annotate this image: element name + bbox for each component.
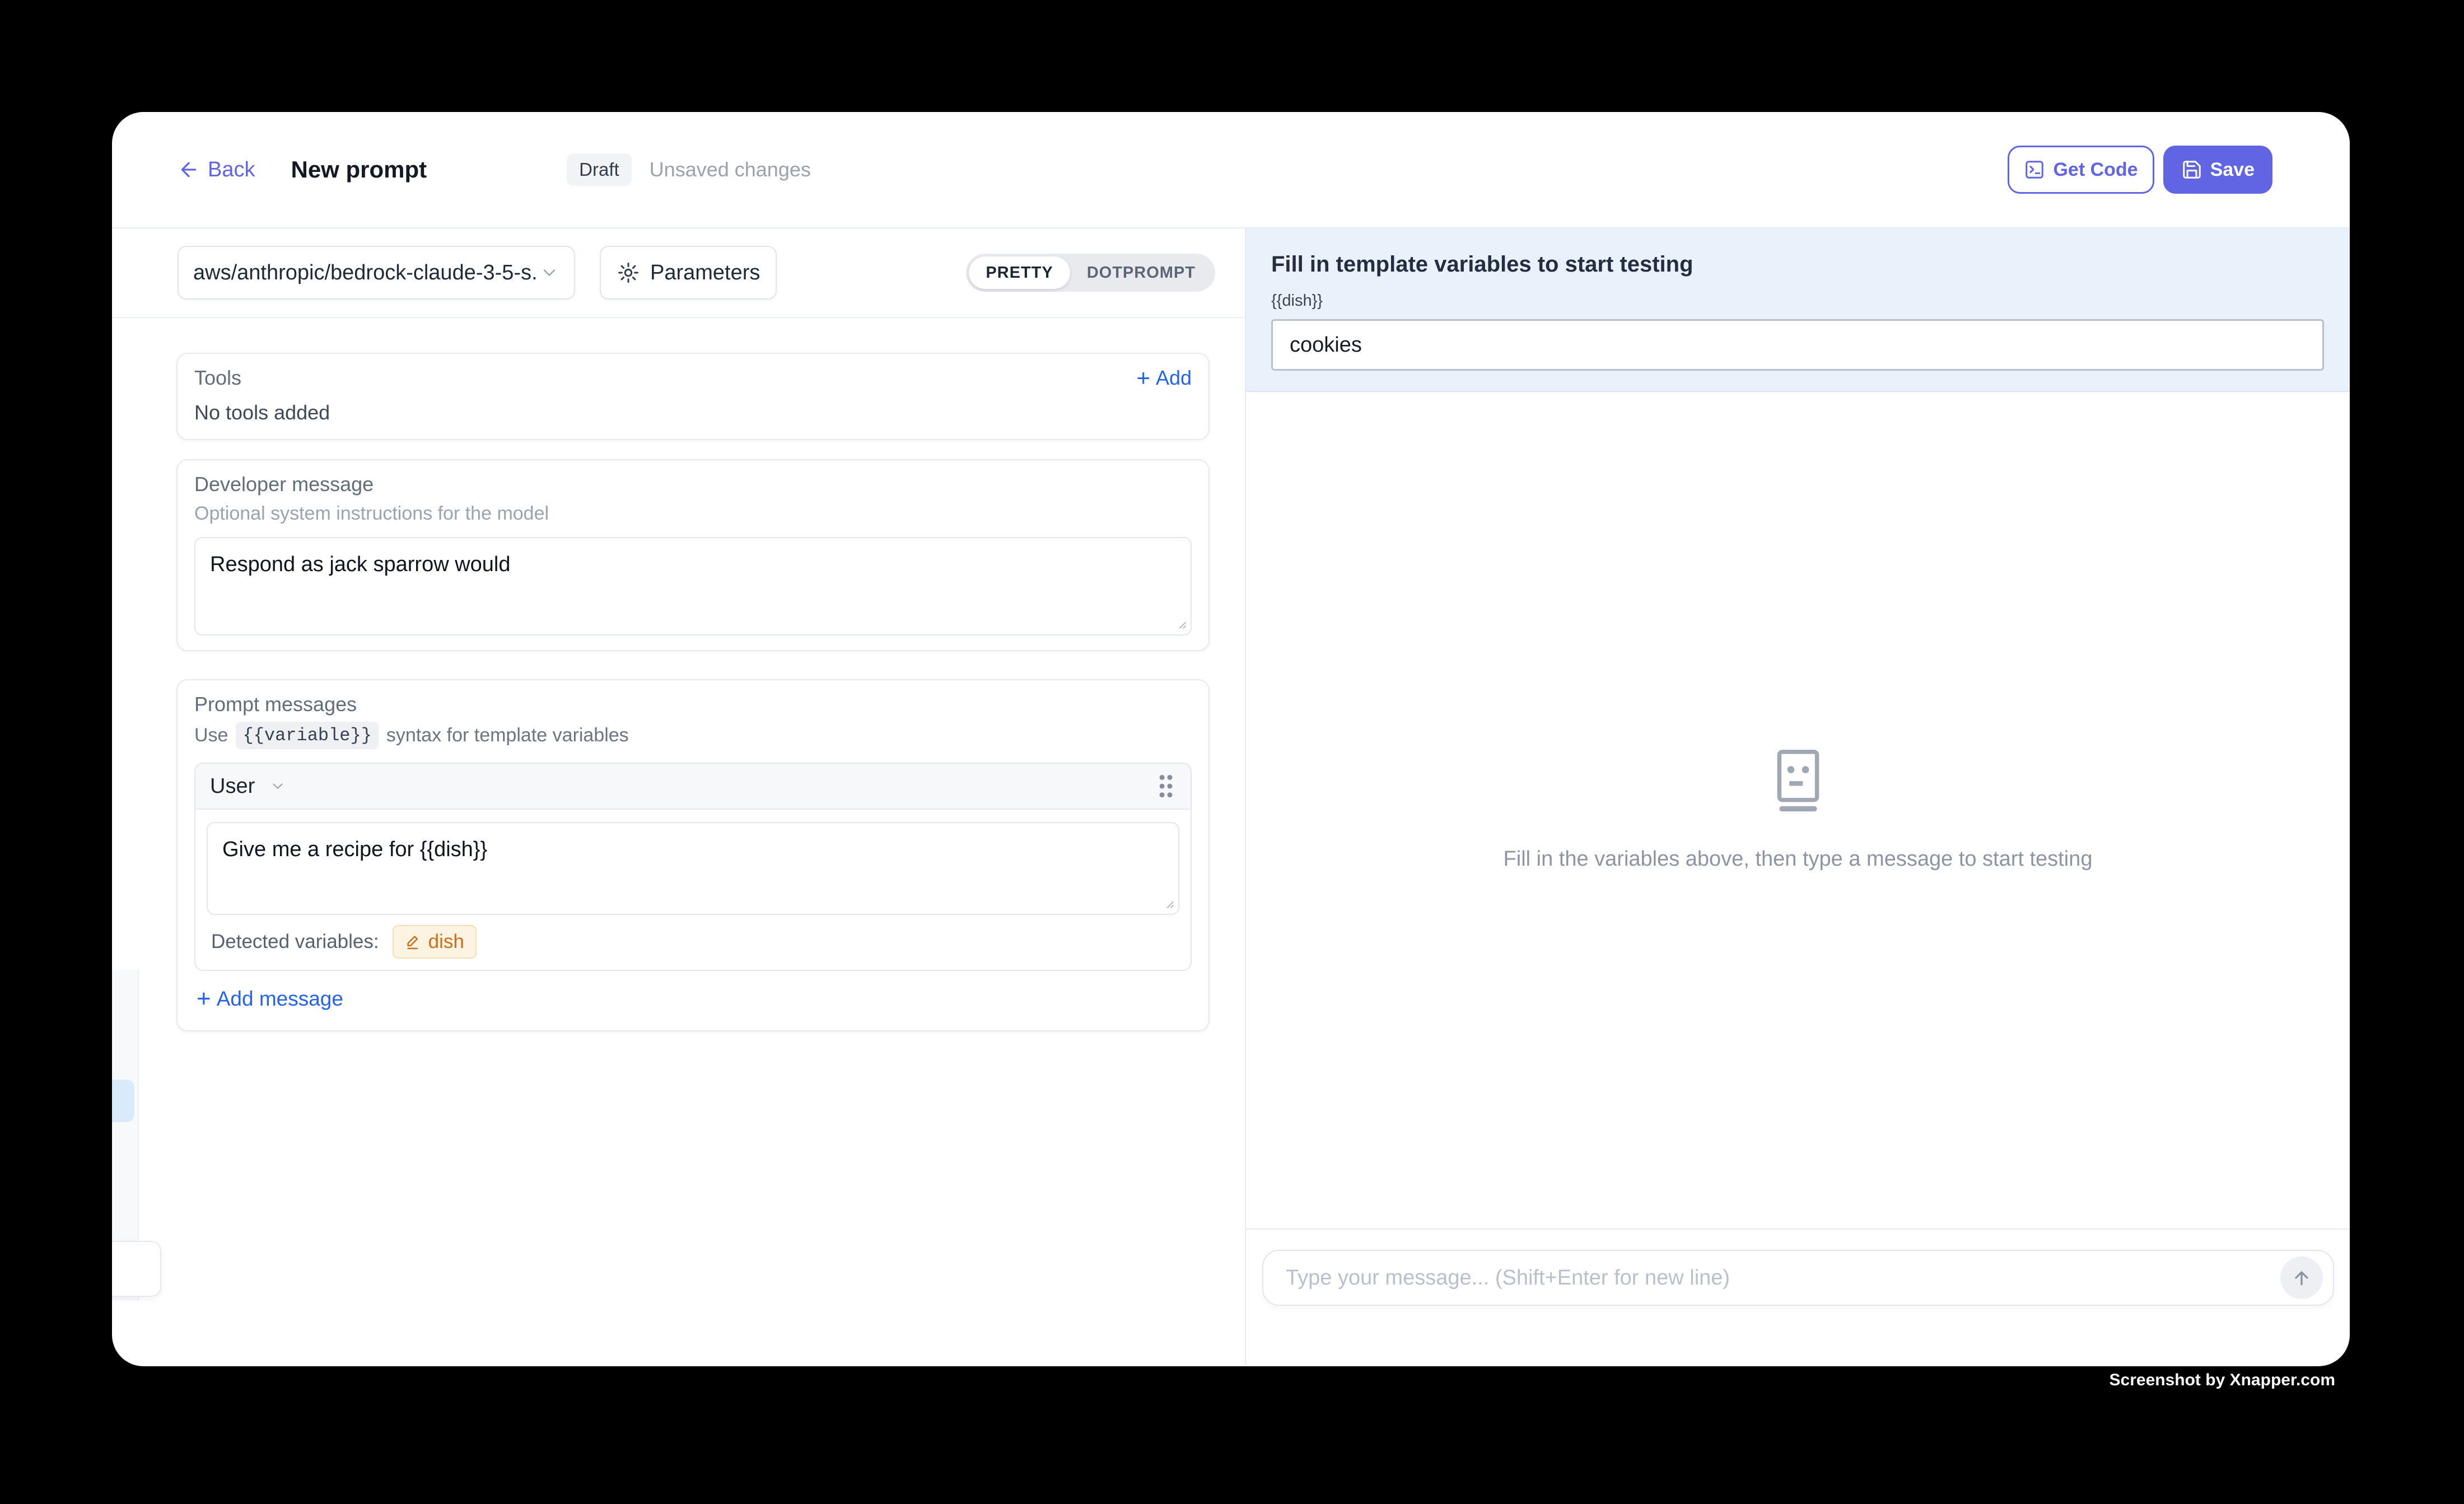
- header: Back New prompt Draft Unsaved changes Ge…: [112, 112, 2350, 228]
- template-variables-panel: Fill in template variables to start test…: [1246, 228, 2350, 392]
- sidebar-sliver-popover: [112, 1241, 161, 1297]
- status-badge: Draft: [567, 153, 632, 186]
- back-arrow-icon: [178, 158, 200, 181]
- parameters-button[interactable]: Parameters: [600, 246, 777, 300]
- get-code-label: Get Code: [2053, 159, 2138, 181]
- main-split: aws/anthropic/bedrock-claude-3-5-s... Pa…: [112, 228, 2350, 1365]
- chat-empty-state: Fill in the variables above, then type a…: [1246, 392, 2350, 1229]
- message-body: Give me a recipe for {{dish}} Detected v…: [195, 810, 1191, 970]
- sidebar-sliver-active-item: [112, 1080, 134, 1122]
- view-toggle-pretty[interactable]: PRETTY: [969, 256, 1070, 289]
- back-label: Back: [208, 158, 255, 182]
- save-label: Save: [2210, 159, 2255, 181]
- save-button[interactable]: Save: [2163, 146, 2272, 194]
- tools-title: Tools: [194, 366, 241, 390]
- tools-card: Tools + Add No tools added: [176, 353, 1210, 440]
- robot-icon: [1772, 750, 1824, 812]
- send-arrow-icon: [2290, 1267, 2313, 1289]
- chevron-down-icon: [269, 778, 286, 795]
- chat-footer: [1246, 1229, 2350, 1365]
- prompt-messages-helper: Use {{variable}} syntax for template var…: [194, 722, 1192, 749]
- developer-message-subtitle: Optional system instructions for the mod…: [194, 503, 1192, 525]
- variable-chip-dish[interactable]: dish: [393, 925, 477, 959]
- variable-syntax-chip: {{variable}}: [236, 722, 378, 749]
- chat-input-box: [1262, 1250, 2334, 1306]
- back-button[interactable]: Back: [178, 158, 255, 182]
- terminal-icon: [2024, 159, 2045, 180]
- view-toggle-dotprompt[interactable]: DOTPROMPT: [1070, 256, 1212, 289]
- message-block: User Give me a recipe for {{dish}}: [194, 763, 1192, 971]
- dish-variable-input[interactable]: [1271, 319, 2324, 371]
- unsaved-changes-label: Unsaved changes: [650, 158, 811, 181]
- add-tool-label: Add: [1156, 366, 1192, 390]
- developer-message-title: Developer message: [194, 473, 1192, 496]
- add-tool-button[interactable]: + Add: [1136, 366, 1192, 390]
- pencil-icon: [405, 933, 422, 950]
- add-message-button[interactable]: + Add message: [194, 987, 1192, 1011]
- model-toolbar: aws/anthropic/bedrock-claude-3-5-s... Pa…: [112, 228, 1245, 318]
- detected-variables-row: Detected variables: dish: [207, 925, 1179, 959]
- dish-variable-label: {{dish}}: [1271, 292, 2324, 310]
- plus-icon: +: [1136, 366, 1150, 390]
- chat-empty-text: Fill in the variables above, then type a…: [1504, 847, 2093, 871]
- message-textarea[interactable]: Give me a recipe for {{dish}}: [207, 822, 1179, 915]
- prompt-messages-title: Prompt messages: [194, 693, 1192, 716]
- drag-handle-icon[interactable]: [1156, 772, 1176, 801]
- model-select[interactable]: aws/anthropic/bedrock-claude-3-5-s...: [178, 246, 575, 300]
- message-role-row: User: [195, 764, 1191, 810]
- parameters-label: Parameters: [650, 261, 760, 285]
- chat-message-input[interactable]: [1286, 1266, 2280, 1290]
- view-mode-toggle: PRETTY DOTPROMPT: [966, 254, 1215, 292]
- chevron-down-icon: [539, 263, 559, 283]
- developer-message-textarea[interactable]: Respond as jack sparrow would: [194, 537, 1192, 636]
- detected-variables-label: Detected variables:: [211, 931, 379, 953]
- tools-empty-text: No tools added: [194, 401, 1192, 424]
- helper-prefix: Use: [194, 725, 228, 746]
- developer-message-card: Developer message Optional system instru…: [176, 459, 1210, 651]
- prompt-messages-card: Prompt messages Use {{variable}} syntax …: [176, 679, 1210, 1031]
- message-role-select[interactable]: User: [210, 774, 286, 798]
- get-code-button[interactable]: Get Code: [2008, 146, 2154, 194]
- add-message-label: Add message: [217, 987, 343, 1011]
- message-role-value: User: [210, 774, 255, 798]
- helper-suffix: syntax for template variables: [386, 725, 629, 746]
- gear-icon: [617, 261, 640, 284]
- send-button[interactable]: [2280, 1257, 2323, 1299]
- template-variables-title: Fill in template variables to start test…: [1271, 252, 2324, 277]
- plus-icon: +: [197, 987, 211, 1011]
- app-window: Back New prompt Draft Unsaved changes Ge…: [112, 112, 2350, 1366]
- page-title: New prompt: [291, 156, 427, 183]
- editor-panel: aws/anthropic/bedrock-claude-3-5-s... Pa…: [112, 228, 1245, 1365]
- save-icon: [2181, 159, 2202, 180]
- model-select-value: aws/anthropic/bedrock-claude-3-5-s...: [193, 261, 539, 285]
- variable-chip-label: dish: [428, 931, 464, 953]
- editor-content: Tools + Add No tools added Developer mes…: [112, 318, 1245, 1031]
- watermark: Screenshot by Xnapper.com: [2110, 1371, 2335, 1390]
- test-panel: Fill in template variables to start test…: [1245, 228, 2350, 1365]
